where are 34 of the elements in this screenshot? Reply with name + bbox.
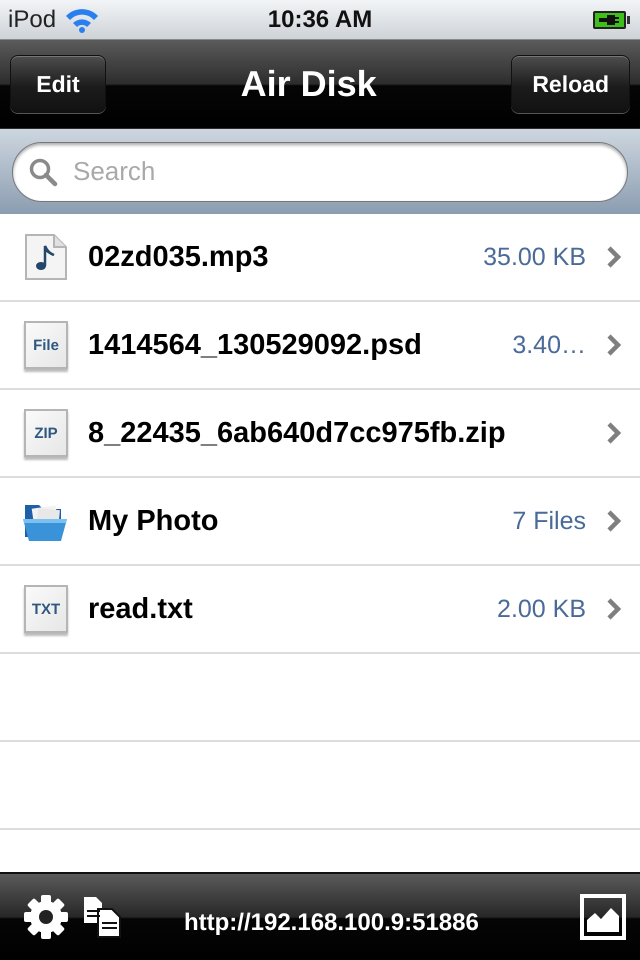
file-name: 8_22435_6ab640d7cc975fb.zip	[88, 416, 506, 450]
file-detail: 3.40…	[511, 330, 586, 360]
document-icon: File	[24, 321, 68, 369]
carrier-name: iPod	[8, 6, 56, 34]
documents-icon[interactable]	[82, 895, 124, 939]
file-name: My Photo	[88, 504, 218, 538]
document-icon: TXT	[24, 585, 68, 633]
chevron-icon	[606, 597, 622, 621]
file-row[interactable]: File 1414564_130529092.psd 3.40…	[0, 302, 640, 390]
file-detail: 2.00 KB	[496, 594, 586, 624]
file-detail: 7 Files	[511, 506, 586, 536]
file-name: 1414564_130529092.psd	[88, 328, 422, 362]
document-icon: ZIP	[24, 409, 68, 457]
chevron-icon	[606, 333, 622, 357]
search-field[interactable]: Search	[12, 142, 628, 202]
file-name: 02zd035.mp3	[88, 240, 269, 274]
file-name: read.txt	[88, 592, 193, 626]
settings-icon[interactable]	[22, 893, 70, 941]
server-address: http://192.168.100.9:51886	[184, 909, 479, 937]
file-detail: 35.00 KB	[482, 242, 586, 272]
music-file-icon	[24, 233, 68, 281]
screen-title: Air Disk	[240, 63, 377, 105]
image-icon[interactable]	[580, 894, 626, 940]
status-time: 10:36 AM	[268, 6, 372, 34]
reload-button[interactable]: Reload	[511, 55, 630, 113]
edit-button[interactable]: Edit	[10, 55, 106, 113]
wifi-icon	[64, 6, 100, 32]
chevron-icon	[606, 245, 622, 269]
file-row[interactable]: 02zd035.mp3 35.00 KB	[0, 214, 640, 302]
file-row[interactable]: My Photo 7 Files	[0, 478, 640, 566]
chevron-icon	[606, 421, 622, 445]
chevron-icon	[606, 509, 622, 533]
file-row[interactable]: TXT read.txt 2.00 KB	[0, 566, 640, 654]
file-row[interactable]: ZIP 8_22435_6ab640d7cc975fb.zip	[0, 390, 640, 478]
